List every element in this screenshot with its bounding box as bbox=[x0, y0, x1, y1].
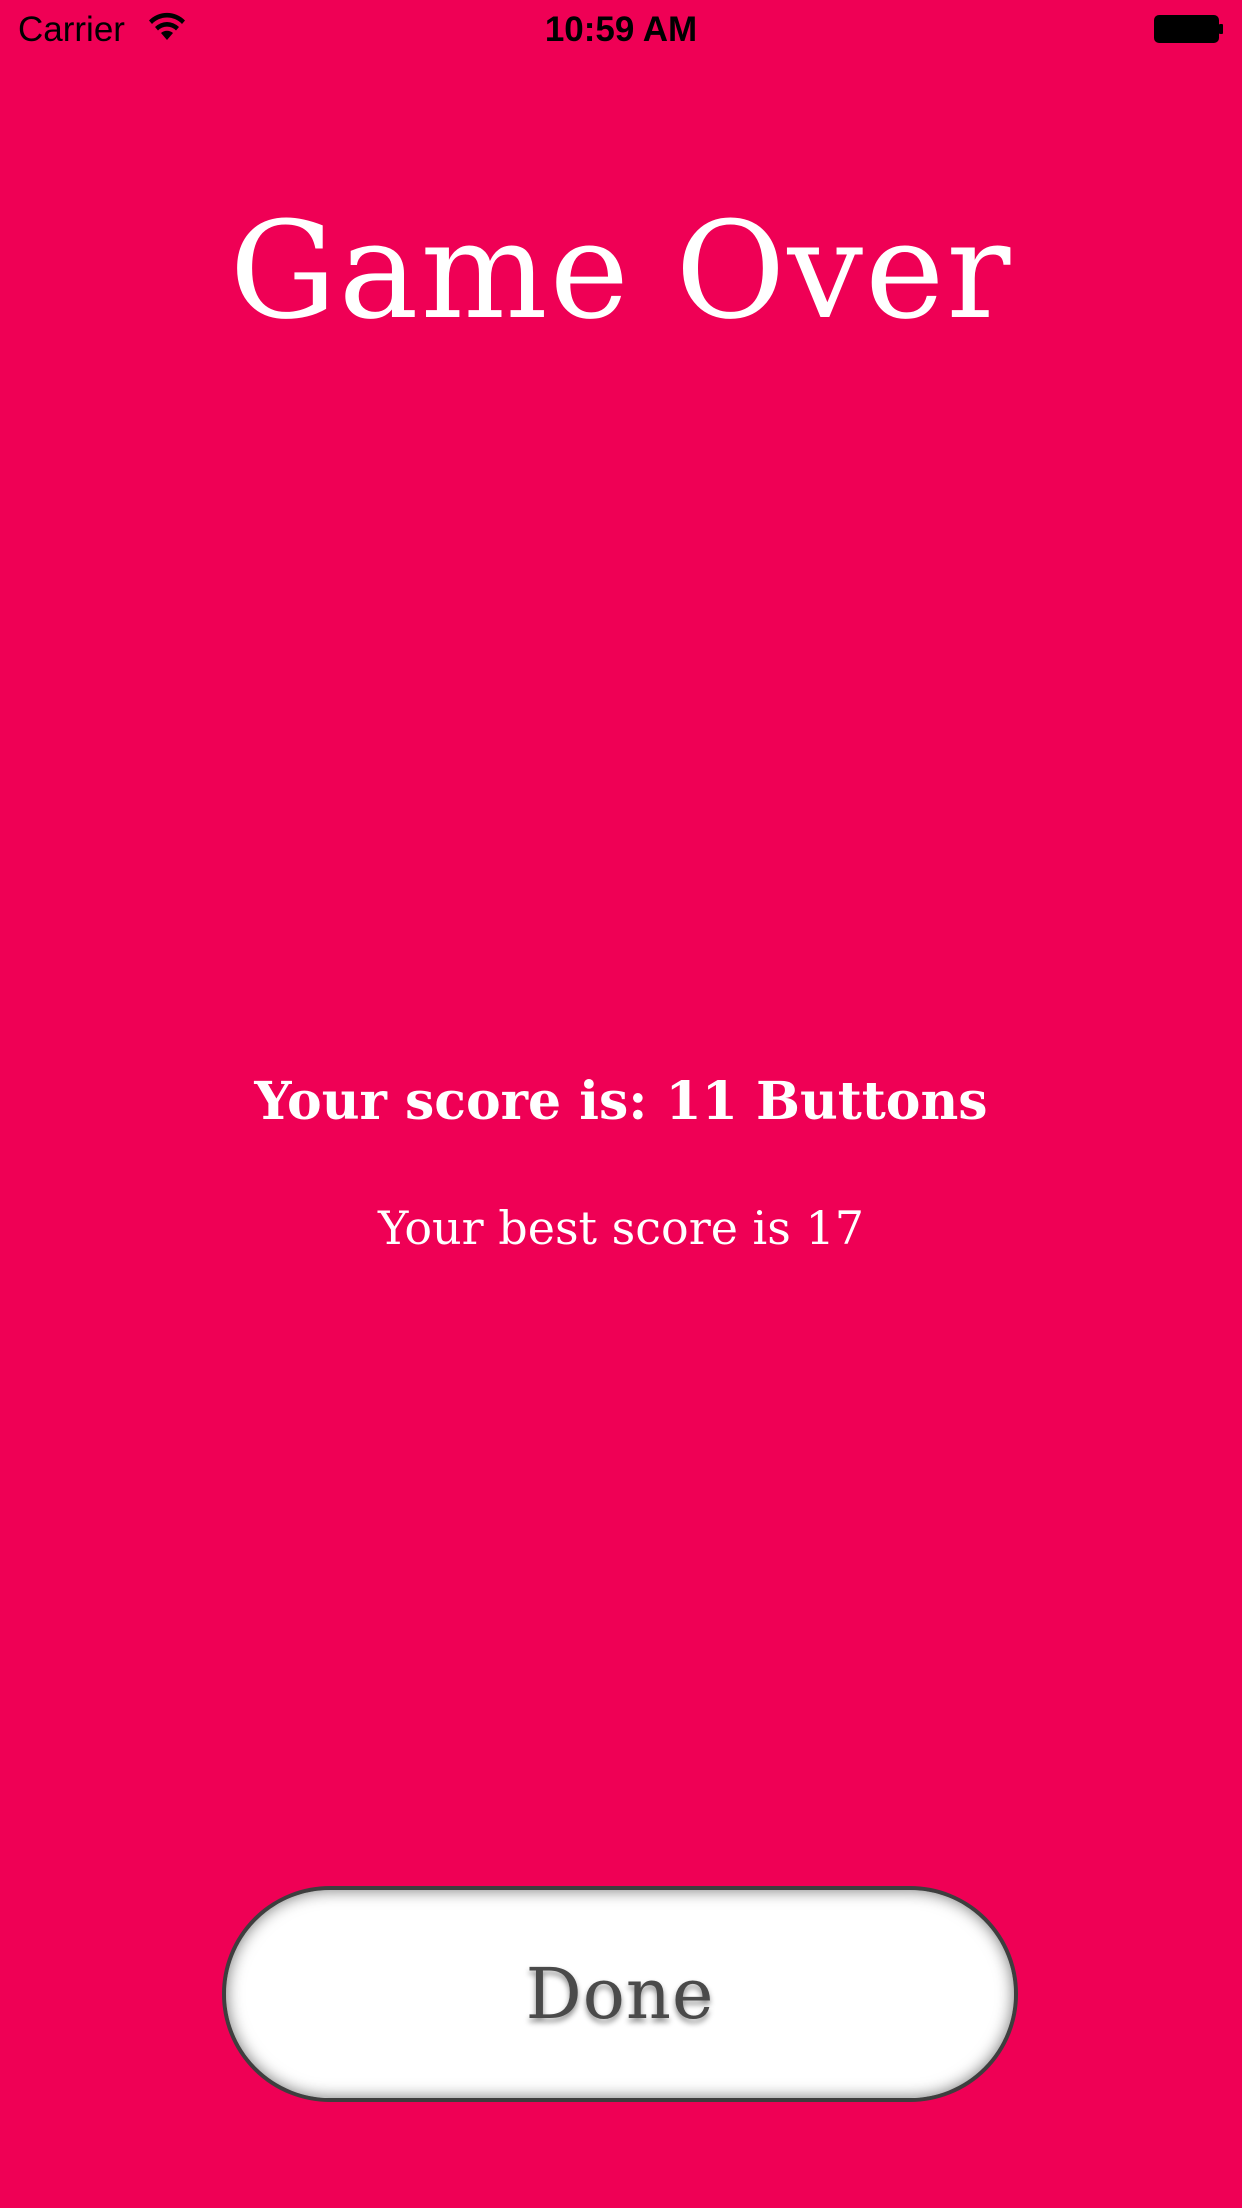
page-title: Game Over bbox=[229, 193, 1013, 349]
status-bar: Carrier 10:59 AM bbox=[0, 0, 1242, 60]
score-text: Your score is: 11 Buttons bbox=[254, 1071, 988, 1132]
status-time: 10:59 AM bbox=[544, 10, 698, 49]
done-button-label: Done bbox=[525, 1953, 715, 2035]
battery-icon bbox=[1154, 15, 1223, 43]
done-button[interactable]: Done bbox=[222, 1886, 1018, 2102]
best-score-text: Your best score is 17 bbox=[377, 1201, 865, 1255]
